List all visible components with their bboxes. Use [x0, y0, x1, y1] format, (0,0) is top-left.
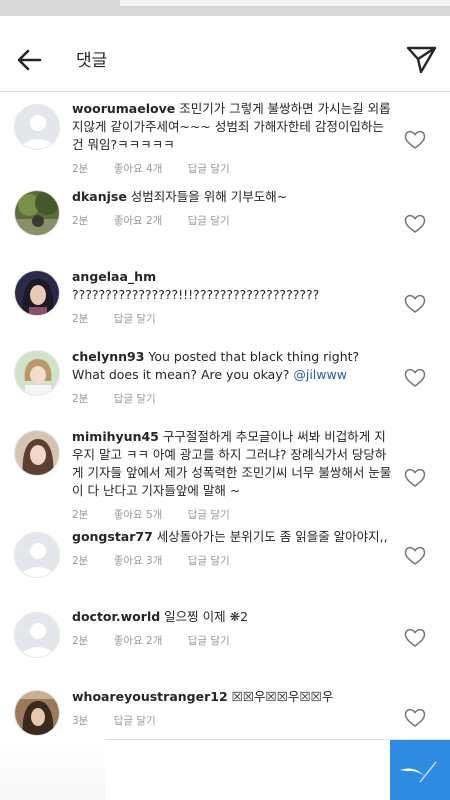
comment-likes[interactable]: 좋아요 2개: [114, 215, 163, 227]
paper-plane-icon: [406, 46, 437, 74]
comment-time: 2분: [72, 635, 89, 647]
heart-icon: [404, 130, 426, 149]
heart-icon: [404, 468, 426, 487]
heart-icon: [404, 214, 426, 233]
comment-body: woorumaelove 조민기가 그렇게 불쌍하면 가시는길 외롭지않게 같이…: [72, 100, 394, 178]
comment-time: 2분: [72, 555, 89, 567]
comment-body: whoareyoustranger12 ☒☒우☒☒우☒☒우 3분 답글 달기: [72, 688, 394, 730]
like-button[interactable]: [404, 130, 426, 150]
comment-meta: 2분 좋아요 4개 답글 달기: [72, 160, 394, 178]
avatar[interactable]: [14, 612, 60, 658]
comment-username[interactable]: chelynn93: [72, 349, 144, 364]
comment-time: 3분: [72, 715, 89, 727]
comment-likes[interactable]: 좋아요 4개: [114, 163, 163, 175]
heart-icon: [404, 628, 426, 647]
comment-meta: 2분 답글 달기: [72, 390, 394, 408]
avatar[interactable]: [14, 690, 60, 736]
comment-body: mimihyun45 구구절절하게 추모글이나 써봐 비겁하게 지우지 말고 ㅋ…: [72, 428, 394, 524]
comment-meta: 2분 좋아요 2개 답글 달기: [72, 632, 394, 650]
heart-icon: [404, 294, 426, 313]
comment-meta: 2분 좋아요 5개 답글 달기: [72, 506, 394, 524]
bottom-bar-area: [0, 740, 105, 800]
swoosh-icon: [400, 761, 437, 783]
comment-username[interactable]: gongstar77: [72, 529, 153, 544]
comment-username[interactable]: angelaa_hm: [72, 269, 156, 284]
user-photo-icon: [15, 691, 59, 735]
comment-text: 일으찡 이제 ❋2: [164, 609, 249, 624]
comment-likes[interactable]: 좋아요 5개: [114, 509, 163, 521]
comment-body: chelynn93 You posted that black thing ri…: [72, 348, 394, 408]
heart-icon: [404, 708, 426, 727]
user-photo-icon: [15, 351, 59, 395]
user-photo-icon: [15, 191, 59, 235]
reply-button[interactable]: 답글 달기: [114, 715, 156, 727]
like-button[interactable]: [404, 468, 426, 488]
comment-meta: 2분 답글 달기: [72, 310, 394, 328]
like-button[interactable]: [404, 546, 426, 566]
share-button[interactable]: [404, 42, 438, 76]
comment-body: dkanjse 성범죄자들을 위해 기부도해~ 2분 좋아요 2개 답글 달기: [72, 188, 394, 230]
like-button[interactable]: [404, 368, 426, 388]
reply-button[interactable]: 답글 달기: [188, 635, 230, 647]
status-strip: [0, 0, 450, 16]
comment-meta: 3분 답글 달기: [72, 712, 394, 730]
comment-username[interactable]: woorumaelove: [72, 101, 175, 116]
page-title: 댓글: [76, 51, 108, 71]
comment-username[interactable]: mimihyun45: [72, 429, 159, 444]
avatar[interactable]: [14, 350, 60, 396]
avatar[interactable]: [14, 532, 60, 578]
comment-username[interactable]: dkanjse: [72, 189, 127, 204]
comment-text: 성범죄자들을 위해 기부도해~: [130, 189, 288, 204]
like-button[interactable]: [404, 708, 426, 728]
like-button[interactable]: [404, 214, 426, 234]
comment-time: 2분: [72, 163, 89, 175]
heart-icon: [404, 546, 426, 565]
heart-icon: [404, 368, 426, 387]
like-button[interactable]: [404, 294, 426, 314]
back-button[interactable]: [14, 44, 46, 76]
reply-button[interactable]: 답글 달기: [114, 393, 156, 405]
avatar[interactable]: [14, 430, 60, 476]
avatar[interactable]: [14, 190, 60, 236]
comment-meta: 2분 좋아요 2개 답글 달기: [72, 212, 394, 230]
default-avatar-icon: [15, 105, 59, 149]
like-button[interactable]: [404, 628, 426, 648]
comment-text: 세상돌아가는 분위기도 좀 읽을줄 알아야지,,: [156, 529, 388, 544]
comment-body: doctor.world 일으찡 이제 ❋2 2분 좋아요 2개 답글 달기: [72, 608, 394, 650]
floating-action-button[interactable]: [390, 740, 450, 800]
comment-likes[interactable]: 좋아요 3개: [114, 555, 163, 567]
user-mention[interactable]: @jilwww: [293, 367, 347, 382]
comment-text: ☒☒우☒☒우☒☒우: [231, 689, 334, 704]
comment-time: 2분: [72, 215, 89, 227]
comment-time: 2분: [72, 313, 89, 325]
user-photo-icon: [15, 271, 59, 315]
user-photo-icon: [15, 431, 59, 475]
default-avatar-icon: [15, 533, 59, 577]
comment-text: ????????????????!!!???????????????????: [72, 287, 320, 302]
reply-button[interactable]: 답글 달기: [188, 215, 230, 227]
comment-meta: 2분 좋아요 3개 답글 달기: [72, 552, 394, 570]
reply-button[interactable]: 답글 달기: [188, 509, 230, 521]
back-arrow-icon: [17, 49, 42, 71]
reply-button[interactable]: 답글 달기: [188, 555, 230, 567]
status-strip-highlight: [120, 0, 450, 6]
comment-likes[interactable]: 좋아요 2개: [114, 635, 163, 647]
comment-body: gongstar77 세상돌아가는 분위기도 좀 읽을줄 알아야지,, 2분 좋…: [72, 528, 394, 570]
comment-username[interactable]: whoareyoustranger12: [72, 689, 228, 704]
comment-body: angelaa_hm ????????????????!!!??????????…: [72, 268, 394, 328]
comments-header: 댓글: [0, 26, 450, 92]
default-avatar-icon: [15, 613, 59, 657]
comment-time: 2분: [72, 393, 89, 405]
reply-button[interactable]: 답글 달기: [188, 163, 230, 175]
comment-username[interactable]: doctor.world: [72, 609, 160, 624]
reply-button[interactable]: 답글 달기: [114, 313, 156, 325]
comment-time: 2분: [72, 509, 89, 521]
avatar[interactable]: [14, 104, 60, 150]
avatar[interactable]: [14, 270, 60, 316]
